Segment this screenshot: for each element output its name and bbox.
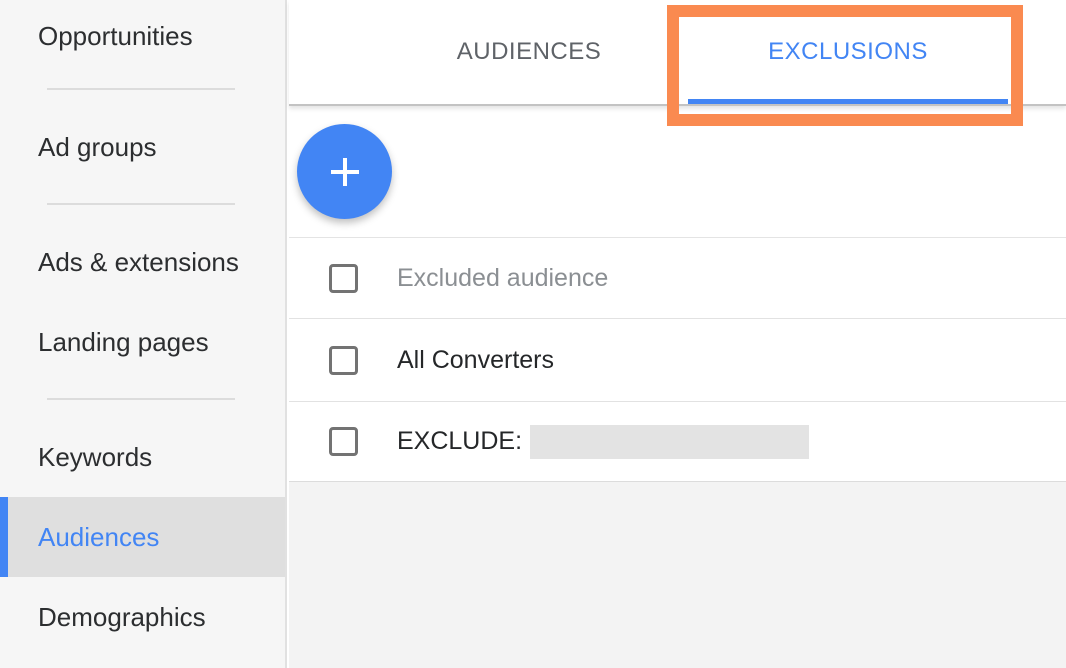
row-checkbox[interactable] bbox=[329, 427, 358, 456]
select-all-checkbox[interactable] bbox=[329, 264, 358, 293]
active-tab-indicator bbox=[688, 99, 1008, 104]
table-row: All Converters bbox=[289, 319, 1066, 402]
tab-label: AUDIENCES bbox=[457, 38, 602, 66]
toolbar-row bbox=[289, 106, 1066, 238]
add-exclusion-fab-button[interactable] bbox=[297, 124, 392, 219]
sidebar-item-label: Opportunities bbox=[38, 21, 193, 52]
tab-audiences[interactable]: AUDIENCES bbox=[369, 0, 689, 104]
row-checkbox[interactable] bbox=[329, 346, 358, 375]
sidebar-item-opportunities[interactable]: Opportunities bbox=[0, 0, 285, 72]
sidebar-nav: Opportunities Ad groups Ads & extensions… bbox=[0, 0, 287, 668]
sidebar-item-ad-groups[interactable]: Ad groups bbox=[0, 107, 285, 187]
sidebar-item-label: Ad groups bbox=[38, 132, 157, 163]
sidebar-item-label: Demographics bbox=[38, 602, 206, 633]
sidebar-divider bbox=[47, 398, 235, 400]
sidebar-item-label: Audiences bbox=[38, 522, 159, 553]
sidebar-item-ads-extensions[interactable]: Ads & extensions bbox=[0, 222, 285, 302]
sidebar-item-label: Keywords bbox=[38, 442, 152, 473]
google-ads-audiences-page: Opportunities Ad groups Ads & extensions… bbox=[0, 0, 1066, 668]
sidebar-item-demographics[interactable]: Demographics bbox=[0, 577, 285, 657]
redacted-value bbox=[530, 425, 809, 459]
sidebar-item-keywords[interactable]: Keywords bbox=[0, 417, 285, 497]
table-row: EXCLUDE: bbox=[289, 402, 1066, 482]
excluded-audience-name: EXCLUDE: bbox=[397, 427, 522, 456]
excluded-audience-name: All Converters bbox=[397, 346, 554, 375]
tab-label: EXCLUSIONS bbox=[768, 38, 928, 66]
sidebar-divider bbox=[47, 203, 235, 205]
empty-area bbox=[289, 482, 1066, 668]
sidebar-item-label: Landing pages bbox=[38, 327, 209, 358]
column-header-excluded-audience: Excluded audience bbox=[397, 264, 608, 293]
table-header-row: Excluded audience bbox=[289, 238, 1066, 319]
sidebar-item-label: Ads & extensions bbox=[38, 247, 239, 278]
tab-bar: AUDIENCES EXCLUSIONS bbox=[289, 0, 1066, 106]
tab-exclusions[interactable]: EXCLUSIONS bbox=[688, 0, 1008, 104]
plus-icon bbox=[329, 156, 361, 188]
sidebar-item-landing-pages[interactable]: Landing pages bbox=[0, 302, 285, 382]
main-content: AUDIENCES EXCLUSIONS Excluded audience A… bbox=[289, 0, 1066, 668]
sidebar-divider bbox=[47, 88, 235, 90]
sidebar-item-audiences[interactable]: Audiences bbox=[0, 497, 285, 577]
